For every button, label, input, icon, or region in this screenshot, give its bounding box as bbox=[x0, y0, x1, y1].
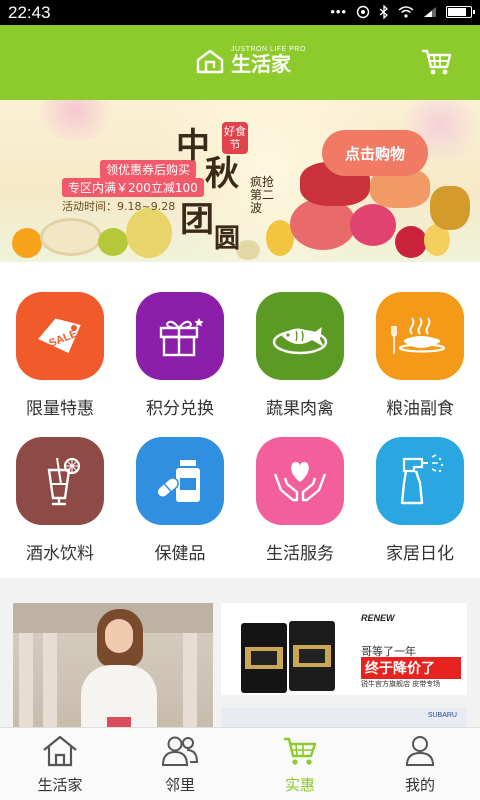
category-label: 积分兑换 bbox=[146, 399, 214, 419]
model-photo bbox=[81, 609, 157, 728]
banner-title-char-3: 团 bbox=[180, 200, 214, 240]
belt-store: 锐牛官方旗舰店 皮带专场 bbox=[361, 680, 441, 688]
car-promo-card[interactable]: SUBARU bbox=[221, 708, 467, 728]
spray-bottle-icon bbox=[376, 437, 464, 525]
app-logo[interactable]: JUSTRON LIFE PRO 生活家 bbox=[195, 46, 306, 75]
sale-tag-icon: SALE bbox=[16, 292, 104, 380]
logo-title: 生活家 bbox=[231, 52, 291, 76]
category-grain-oil[interactable]: 粮油副食 bbox=[360, 292, 480, 419]
promo-section: RENEW 哥等了一年 终于降价了 锐牛官方旗舰店 皮带专场 SUBARU bbox=[0, 588, 480, 728]
belt-brand: RENEW bbox=[361, 613, 395, 623]
category-label: 生活服务 bbox=[266, 544, 334, 564]
category-drinks[interactable]: 酒水饮料 bbox=[0, 437, 120, 564]
heart-hands-icon bbox=[256, 437, 344, 525]
app-header: JUSTRON LIFE PRO 生活家 bbox=[0, 25, 480, 100]
wifi-icon bbox=[398, 5, 414, 18]
bottom-tab-bar: 生活家 邻里 实惠 我的 bbox=[0, 727, 480, 800]
belt-price-drop: 终于降价了 bbox=[361, 657, 461, 679]
banner-date: 活动时间：9.18~9.28 bbox=[62, 200, 176, 213]
cart-button[interactable] bbox=[420, 47, 452, 77]
pill-bottle-icon bbox=[136, 437, 224, 525]
category-label: 粮油副食 bbox=[386, 399, 454, 419]
category-label: 家居日化 bbox=[386, 544, 454, 564]
category-points-exchange[interactable]: 积分兑换 bbox=[120, 292, 240, 419]
more-dots-icon: ••• bbox=[330, 4, 347, 19]
status-icons: ••• bbox=[330, 4, 475, 19]
banner-side-text: 疯抢第二波 bbox=[250, 175, 275, 215]
gift-icon bbox=[136, 292, 224, 380]
tab-home[interactable]: 生活家 bbox=[0, 728, 120, 800]
signal-icon bbox=[424, 6, 436, 17]
category-label: 蔬果肉禽 bbox=[266, 399, 334, 419]
tab-label: 实惠 bbox=[284, 776, 315, 794]
tab-label: 我的 bbox=[404, 776, 435, 794]
tab-label: 生活家 bbox=[37, 776, 83, 794]
belt-promo-card[interactable]: RENEW 哥等了一年 终于降价了 锐牛官方旗舰店 皮带专场 bbox=[221, 603, 467, 695]
category-life-service[interactable]: 生活服务 bbox=[240, 437, 360, 564]
battery-icon bbox=[446, 5, 475, 18]
category-health[interactable]: 保健品 bbox=[120, 437, 240, 564]
tab-profile[interactable]: 我的 bbox=[360, 728, 480, 800]
category-label: 酒水饮料 bbox=[26, 544, 94, 564]
hotspot-icon bbox=[356, 5, 370, 18]
profile-icon bbox=[405, 736, 435, 766]
home-icon bbox=[43, 735, 77, 767]
category-household[interactable]: 家居日化 bbox=[360, 437, 480, 564]
cocktail-icon bbox=[16, 437, 104, 525]
category-grid: SALE 限量特惠 积分兑换 蔬果肉禽 粮油副食 酒水饮料 保健品 生活服务 家… bbox=[0, 262, 480, 578]
banner-badge: 好食节 bbox=[222, 122, 248, 154]
tab-label: 邻里 bbox=[164, 776, 195, 794]
shopping-cart-icon bbox=[422, 49, 452, 75]
promo-banner[interactable]: 领优惠券后购买 专区内满￥200立减100 活动时间：9.18~9.28 中 秋… bbox=[0, 100, 480, 262]
category-label: 限量特惠 bbox=[26, 399, 94, 419]
status-time: 22:43 bbox=[8, 3, 51, 22]
status-bar: 22:43 ••• bbox=[0, 0, 480, 25]
house-logo-icon bbox=[196, 49, 224, 73]
category-label: 保健品 bbox=[154, 544, 206, 564]
tab-deals[interactable]: 实惠 bbox=[240, 728, 360, 800]
cart-tab-icon bbox=[284, 737, 317, 765]
fish-plate-icon bbox=[256, 292, 344, 380]
shop-now-button[interactable]: 点击购物 bbox=[322, 130, 428, 176]
neighbors-icon bbox=[161, 736, 199, 766]
category-limited-sale[interactable]: SALE 限量特惠 bbox=[0, 292, 120, 419]
belt-image bbox=[241, 621, 335, 693]
bluetooth-icon bbox=[379, 4, 388, 19]
category-produce-meat[interactable]: 蔬果肉禽 bbox=[240, 292, 360, 419]
noodle-bowl-icon bbox=[376, 292, 464, 380]
banner-title-char-4: 圆 bbox=[214, 224, 241, 254]
fashion-promo-card[interactable] bbox=[13, 603, 213, 728]
tab-neighbors[interactable]: 邻里 bbox=[120, 728, 240, 800]
car-brand: SUBARU bbox=[427, 712, 457, 719]
